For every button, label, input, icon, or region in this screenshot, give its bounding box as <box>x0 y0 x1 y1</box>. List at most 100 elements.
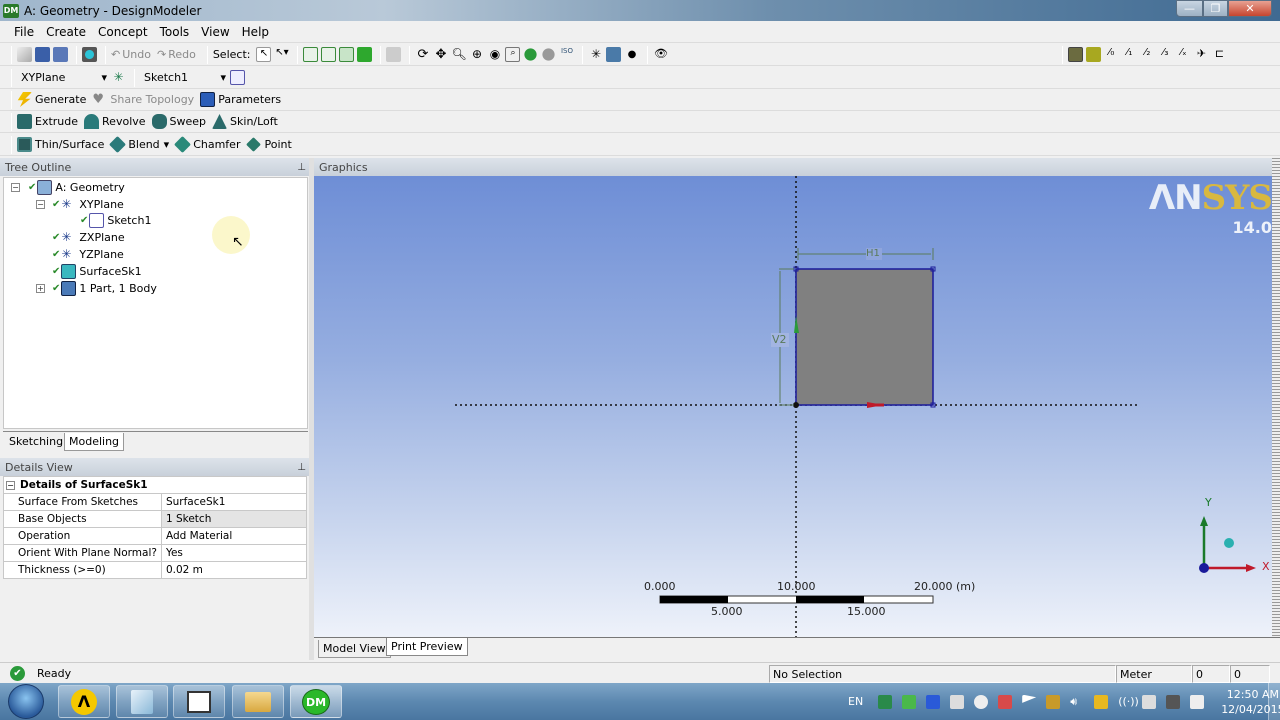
skype-icon[interactable] <box>926 694 941 709</box>
edge-x-icon[interactable]: ⁄ₓ <box>1176 47 1191 62</box>
show-desktop-button[interactable] <box>1268 683 1280 720</box>
sweep-button[interactable]: Sweep <box>151 112 206 132</box>
minimize-button[interactable]: — <box>1176 0 1203 17</box>
edge-0-icon[interactable]: ⁄₀ <box>1104 47 1119 62</box>
look-at-icon[interactable]: 👁︎ <box>653 47 668 62</box>
details-row[interactable]: Base Objects 1 Sketch <box>3 510 308 528</box>
pin-icon[interactable]: ✈ <box>1194 47 1209 62</box>
taskbar-file-explorer[interactable] <box>232 685 284 718</box>
skin-loft-button[interactable]: Skin/Loft <box>212 112 278 132</box>
share-topology-button[interactable]: ♥ Share Topology <box>92 90 194 110</box>
plane-dropdown[interactable]: XYPlane ▾ <box>17 68 111 87</box>
details-row[interactable]: Orient With Plane Normal? Yes <box>3 544 308 562</box>
taskbar-ansys-workbench[interactable]: Λ <box>58 685 110 718</box>
zoom-fit-icon[interactable]: ◉ <box>487 47 502 62</box>
restore-button[interactable]: ❐ <box>1203 0 1228 17</box>
select-edge-icon[interactable] <box>321 47 337 62</box>
thin-surface-button[interactable]: Thin/Surface <box>17 135 104 155</box>
action-center-flag-icon[interactable] <box>1022 694 1037 703</box>
parameters-button[interactable]: Parameters <box>200 90 281 110</box>
pin-icon[interactable]: ⊥ <box>297 462 306 473</box>
security-icon[interactable] <box>902 694 917 709</box>
tree-item-geometry[interactable]: ✔ A: Geometry <box>28 179 125 195</box>
select-face-icon[interactable] <box>339 47 355 62</box>
tree-item-zxplane[interactable]: ✔ ✳ ZXPlane <box>52 229 125 245</box>
tab-sketching[interactable]: Sketching <box>5 433 67 451</box>
power-icon[interactable] <box>1094 694 1109 709</box>
windows-start-button[interactable] <box>8 684 44 719</box>
frame-icon[interactable] <box>1086 47 1101 62</box>
units-status[interactable]: Meter <box>1116 665 1192 683</box>
color-icon[interactable] <box>1068 47 1083 62</box>
revolve-button[interactable]: Revolve <box>84 112 146 132</box>
select-mode-icon[interactable]: ↖▾ <box>274 47 289 62</box>
triad-icon[interactable]: ✳ <box>588 47 603 62</box>
menu-tools[interactable]: Tools <box>160 25 190 39</box>
wireless-icon[interactable]: ((·)) <box>1118 695 1139 709</box>
chamfer-button[interactable]: Chamfer <box>174 135 240 155</box>
dimension-h1[interactable]: H1 <box>866 248 880 259</box>
details-row[interactable]: Thickness (>=0) 0.02 m <box>3 561 308 579</box>
pan-icon[interactable]: ✥ <box>433 47 448 62</box>
tray-monitor-icon[interactable] <box>1166 694 1181 709</box>
select-point-icon[interactable]: ↖ <box>256 47 272 62</box>
point-button[interactable]: Point <box>246 135 292 155</box>
menu-file[interactable]: File <box>14 25 34 39</box>
select-body-icon[interactable] <box>357 47 373 62</box>
collapse-icon[interactable]: − <box>11 183 20 192</box>
pin-icon[interactable]: ⊥ <box>297 162 306 173</box>
menu-view[interactable]: View <box>201 25 229 39</box>
tab-model-view[interactable]: Model View <box>318 640 391 658</box>
battery-icon[interactable] <box>1190 694 1205 709</box>
edge-3-icon[interactable]: ⁄₃ <box>1158 47 1173 62</box>
save-icon[interactable] <box>35 47 50 62</box>
select-vertex-icon[interactable] <box>303 47 319 62</box>
sketch-dropdown[interactable]: Sketch1 ▾ <box>140 68 230 87</box>
new-icon[interactable] <box>17 47 32 62</box>
save-as-icon[interactable] <box>53 47 68 62</box>
taskbar-video-capture[interactable] <box>173 685 225 718</box>
previous-view-icon[interactable] <box>523 47 539 62</box>
edge-1-icon[interactable]: ⁄₁ <box>1122 47 1137 62</box>
tray-app-icon[interactable] <box>878 694 893 709</box>
screenshot-icon[interactable] <box>82 47 97 62</box>
taskbar-designmodeler[interactable]: DM <box>290 685 342 718</box>
tree-item-parts[interactable]: ✔ 1 Part, 1 Body <box>52 280 157 296</box>
plane-icon[interactable]: ⊏ <box>1212 47 1227 62</box>
details-row[interactable]: Surface From Sketches SurfaceSk1 <box>3 493 308 511</box>
zoom-box-icon[interactable]: ⌕ <box>505 47 521 62</box>
extrude-button[interactable]: Extrude <box>17 112 78 132</box>
tray-window-icon[interactable] <box>950 694 965 709</box>
tree-item-xyplane[interactable]: ✔ ✳ XYPlane <box>52 196 124 212</box>
undo-button[interactable]: ↶ Undo <box>111 45 151 65</box>
tree-item-yzplane[interactable]: ✔ ✳ YZPlane <box>52 246 124 262</box>
language-indicator[interactable]: EN <box>848 695 863 708</box>
iso-view-icon[interactable]: ISO <box>559 47 574 62</box>
dropbox-icon[interactable] <box>974 694 989 709</box>
volume-icon[interactable]: 🔊︎ <box>1070 695 1084 709</box>
blend-button[interactable]: Blend ▾ <box>109 135 169 155</box>
rotate-icon[interactable]: ⟳ <box>415 47 430 62</box>
menu-concept[interactable]: Concept <box>98 25 148 39</box>
close-button[interactable]: ✕ <box>1228 0 1272 17</box>
display-icon[interactable] <box>1142 694 1157 709</box>
network-monitor-icon[interactable] <box>1046 694 1061 709</box>
expand-icon[interactable]: + <box>36 284 45 293</box>
extend-selection-icon[interactable] <box>386 47 402 62</box>
menu-help[interactable]: Help <box>242 25 269 39</box>
new-plane-icon[interactable]: ✳ <box>111 70 126 85</box>
tree-item-sketch1[interactable]: ✔ Sketch1 <box>80 212 151 228</box>
collapse-icon[interactable]: − <box>6 481 15 490</box>
details-row[interactable]: Operation Add Material <box>3 527 308 545</box>
redo-button[interactable]: ↷ Redo <box>157 45 196 65</box>
box-zoom-icon[interactable]: ⊕ <box>469 47 484 62</box>
menu-create[interactable]: Create <box>46 25 86 39</box>
dimension-v2[interactable]: V2 <box>772 333 787 346</box>
edge-2-icon[interactable]: ⁄₂ <box>1140 47 1155 62</box>
collapse-icon[interactable]: − <box>36 200 45 209</box>
tab-print-preview[interactable]: Print Preview <box>386 638 468 656</box>
generate-button[interactable]: Generate <box>17 90 86 110</box>
tree-item-surfacesk1[interactable]: ✔ SurfaceSk1 <box>52 263 142 279</box>
tab-modeling[interactable]: Modeling <box>64 433 125 451</box>
new-sketch-icon[interactable] <box>230 70 245 85</box>
